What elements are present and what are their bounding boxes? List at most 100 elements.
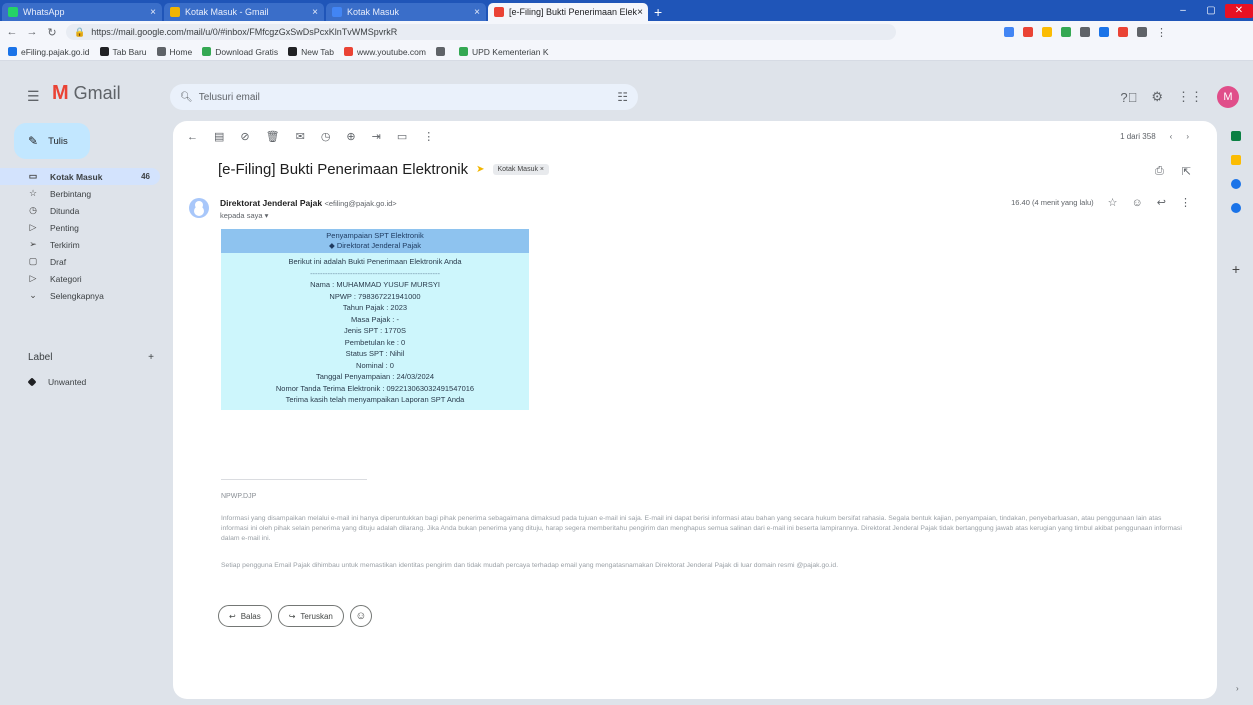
extension-icon[interactable] bbox=[1099, 27, 1109, 37]
main-menu-icon[interactable]: ☰ bbox=[27, 88, 40, 105]
address-bar[interactable]: 🔒 https://mail.google.com/mail/u/0/#inbo… bbox=[66, 24, 896, 40]
bookmark-item[interactable]: Tab Baru bbox=[99, 47, 147, 57]
back-icon[interactable]: ← bbox=[6, 26, 18, 38]
important-marker-icon[interactable]: ➤ bbox=[476, 164, 484, 175]
print-icon[interactable]: ⎙ bbox=[1155, 165, 1164, 178]
sidebar-item[interactable]: ⌄ Selengkapnya bbox=[0, 287, 160, 304]
older-icon[interactable]: › bbox=[1186, 132, 1189, 141]
bookmark-item[interactable]: Download Gratis bbox=[202, 47, 278, 57]
browser-tab[interactable]: [e-Filing] Bukti Penerimaan Elek × bbox=[488, 3, 648, 21]
more-options-icon[interactable]: ⋮ bbox=[423, 130, 434, 143]
disclaimer-text: Informasi yang disampaikan melalui e-mai… bbox=[221, 515, 1182, 542]
forward-button[interactable]: ↪ Teruskan bbox=[277, 605, 344, 627]
search-bar[interactable]: 🔍︎ Telusuri email ☷ bbox=[170, 84, 638, 110]
report-spam-icon[interactable]: ⊘ bbox=[240, 130, 249, 143]
calendar-icon[interactable] bbox=[1231, 131, 1241, 141]
add-task-icon[interactable]: ⊕ bbox=[346, 130, 355, 143]
minimize-icon[interactable]: – bbox=[1169, 5, 1197, 16]
sender-name[interactable]: Direktorat Jenderal Pajak bbox=[220, 198, 322, 208]
open-new-window-icon[interactable]: ⇱ bbox=[1182, 165, 1191, 178]
compose-button[interactable]: ✎ Tulis bbox=[14, 123, 90, 159]
sidebar-item[interactable]: ▷ Penting bbox=[0, 219, 160, 236]
labels-header: Label + bbox=[28, 352, 154, 363]
tasks-icon[interactable] bbox=[1231, 179, 1241, 189]
apps-grid-icon[interactable]: ⋮⋮ bbox=[1177, 89, 1203, 105]
settings-icon[interactable]: ⚙ bbox=[1151, 89, 1163, 105]
star-icon[interactable]: ☆ bbox=[1108, 196, 1118, 209]
forward-icon[interactable]: → bbox=[26, 26, 38, 38]
newer-icon[interactable]: ‹ bbox=[1170, 132, 1173, 141]
snooze-icon[interactable]: ◷ bbox=[321, 130, 331, 143]
label-as-icon[interactable]: ▭ bbox=[397, 130, 407, 143]
back-to-inbox-icon[interactable]: ← bbox=[187, 131, 198, 143]
window-controls: – ▢ ✕ bbox=[1169, 0, 1253, 21]
sidebar-label-unwanted[interactable]: Unwanted bbox=[27, 377, 86, 387]
archive-icon[interactable]: ▤ bbox=[214, 130, 224, 143]
reply-button[interactable]: ↩ Balas bbox=[218, 605, 272, 627]
maximize-icon[interactable]: ▢ bbox=[1197, 5, 1225, 16]
emoji-react-icon[interactable]: ☺ bbox=[1132, 197, 1143, 209]
new-tab-button[interactable]: + bbox=[654, 3, 662, 21]
reply-icon[interactable]: ↩ bbox=[1157, 196, 1166, 209]
bookmark-label: www.youtube.com bbox=[357, 46, 426, 57]
emoji-reaction-button[interactable]: ☺ bbox=[349, 605, 372, 627]
sidebar-item[interactable]: ◷ Ditunda bbox=[0, 202, 160, 219]
bookmark-favicon-icon bbox=[156, 47, 166, 56]
more-icon[interactable]: ⋮ bbox=[1180, 196, 1191, 209]
sidebar-item[interactable]: ☆ Berbintang bbox=[0, 185, 160, 202]
sidebar-item[interactable]: ➢ Terkirim bbox=[0, 236, 160, 253]
bookmark-item[interactable]: New Tab bbox=[288, 47, 334, 57]
bookmark-item[interactable] bbox=[435, 47, 449, 56]
help-icon[interactable]: ?⃝ bbox=[1120, 90, 1137, 105]
sidebar-item[interactable]: ▭ Kotak Masuk 46 bbox=[0, 168, 160, 185]
tab-close-icon[interactable]: × bbox=[150, 7, 156, 18]
bookmark-favicon-icon bbox=[202, 47, 212, 56]
get-addons-icon[interactable]: + bbox=[1232, 261, 1240, 277]
search-options-icon[interactable]: ☷ bbox=[617, 90, 628, 104]
bookmark-item[interactable]: www.youtube.com bbox=[344, 47, 426, 57]
receipt-line: Tanggal Penyampaian : 24/03/2024 bbox=[315, 372, 434, 381]
search-icon[interactable]: 🔍︎ bbox=[180, 92, 193, 103]
bookmark-item[interactable]: UPD Kementerian K bbox=[458, 47, 549, 57]
receipt-box: Penyampaian SPT Elektronik ◆ Direktorat … bbox=[221, 229, 529, 410]
search-input[interactable]: Telusuri email bbox=[199, 92, 260, 103]
tab-favicon-icon bbox=[494, 7, 504, 17]
extension-icon[interactable] bbox=[1080, 27, 1090, 37]
bookmark-item[interactable]: Home bbox=[156, 47, 192, 57]
mark-unread-icon[interactable]: ✉ bbox=[296, 130, 305, 143]
footer-title: NPWP.DJP bbox=[221, 493, 257, 500]
delete-icon[interactable]: 🗑︎ bbox=[266, 130, 280, 143]
extension-icon[interactable] bbox=[1004, 27, 1014, 37]
add-label-button[interactable]: + bbox=[148, 352, 154, 363]
draft-icon: ▢ bbox=[28, 256, 38, 266]
account-avatar[interactable]: M bbox=[1217, 86, 1239, 108]
bookmark-item[interactable]: eFiling.pajak.go.id bbox=[8, 47, 90, 57]
tab-close-icon[interactable]: × bbox=[474, 7, 480, 18]
labels-title: Label bbox=[28, 352, 53, 363]
extension-icon[interactable] bbox=[1061, 27, 1071, 37]
extension-icon[interactable] bbox=[1137, 27, 1147, 37]
header-actions: ?⃝ ⚙ ⋮⋮ M bbox=[1120, 86, 1239, 108]
browser-tab[interactable]: Kotak Masuk - Gmail × bbox=[164, 3, 324, 21]
reload-icon[interactable]: ↻ bbox=[46, 26, 58, 39]
inbox-chip[interactable]: Kotak Masuk × bbox=[492, 164, 549, 175]
contacts-icon[interactable] bbox=[1231, 203, 1241, 213]
gmail-logo[interactable]: M Gmail bbox=[52, 82, 121, 105]
extension-icon[interactable] bbox=[1023, 27, 1033, 37]
move-to-icon[interactable]: ⇥ bbox=[372, 130, 381, 143]
show-side-panel-icon[interactable]: › bbox=[1236, 684, 1239, 693]
tab-close-icon[interactable]: × bbox=[312, 7, 318, 18]
recipient-details[interactable]: kepada saya ▾ bbox=[220, 211, 397, 220]
extension-icon[interactable] bbox=[1118, 27, 1128, 37]
close-window-icon[interactable]: ✕ bbox=[1225, 3, 1253, 18]
browser-tab[interactable]: Kotak Masuk × bbox=[326, 3, 486, 21]
sidebar-item[interactable]: ▷ Kategori bbox=[0, 270, 160, 287]
tab-close-icon[interactable]: × bbox=[637, 7, 643, 18]
extension-icon[interactable] bbox=[1042, 27, 1052, 37]
keep-icon[interactable] bbox=[1231, 155, 1241, 165]
browser-menu-icon[interactable]: ⋮ bbox=[1156, 26, 1167, 39]
sender-avatar[interactable] bbox=[189, 198, 209, 218]
tab-title: Kotak Masuk - Gmail bbox=[185, 7, 269, 17]
sidebar-item[interactable]: ▢ Draf bbox=[0, 253, 160, 270]
browser-tab[interactable]: WhatsApp × bbox=[2, 3, 162, 21]
